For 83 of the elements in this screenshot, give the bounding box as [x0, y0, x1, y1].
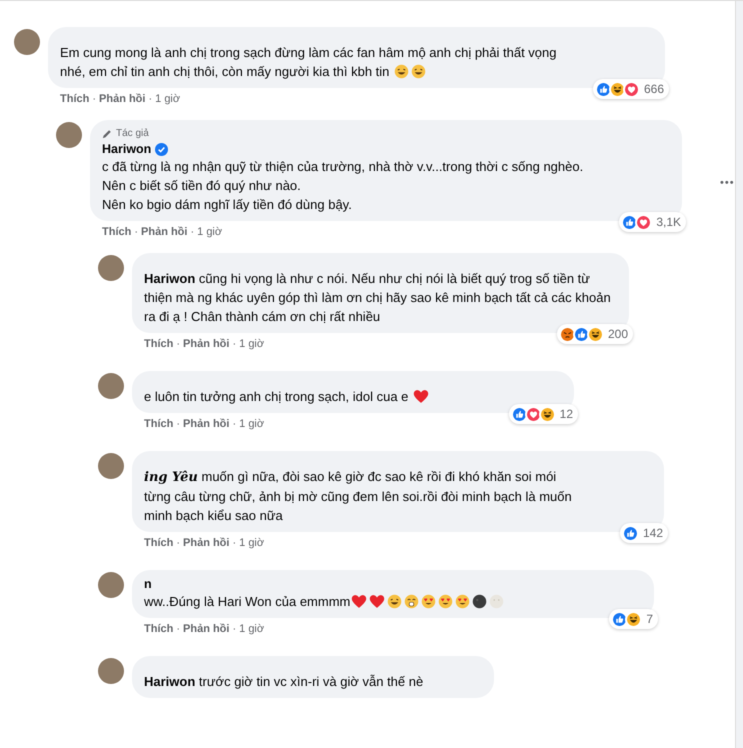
reaction-summary[interactable]: 3,1K [619, 212, 686, 232]
comment-text: Nên ko bgio dám nghĩ lấy tiền đó dùng bậy. [102, 196, 353, 214]
like-link[interactable]: Thích [144, 337, 174, 351]
like-link[interactable]: Thích [144, 622, 174, 636]
laughing-reaction-icon [586, 326, 604, 342]
comment-text: Em cung mong là anh chị trong sạch đừng làm các fan hâm mộ anh chị phải thất vọng nhé, em chỉ tin anh chị thôi, còn mấy người kia thì kbh tin [60, 44, 558, 81]
separator-dot: · [176, 536, 180, 550]
comment-text: ww..Đúng là Hari Won của emmmm [144, 592, 624, 611]
like-reaction-icon [611, 610, 628, 628]
separator-dot: · [232, 337, 236, 351]
like-link[interactable]: Thích [144, 536, 174, 550]
comment-time[interactable]: 1 giờ [155, 92, 180, 106]
like-reaction-icon [594, 80, 612, 98]
reply-link[interactable]: Phản hồi [183, 417, 230, 431]
avatar[interactable] [98, 658, 124, 684]
like-reaction-icon [621, 214, 638, 230]
separator-dot: · [176, 622, 180, 636]
reply-link[interactable]: Phản hồi [99, 92, 146, 106]
separator-dot: · [148, 92, 152, 106]
comment-time[interactable]: 1 giờ [239, 622, 264, 636]
love-reaction-icon [635, 214, 652, 230]
love-reaction-icon [622, 80, 640, 98]
separator-dot: · [232, 536, 236, 550]
comment-text: Hariwon trước giờ tin vc xìn-ri và giờ vẫn thế nè [144, 673, 424, 691]
reaction-summary[interactable]: 666 [592, 79, 669, 99]
heart-emoji-icon [413, 389, 430, 404]
separator-dot: · [176, 337, 180, 351]
avatar[interactable] [98, 373, 124, 399]
heart-eyes-face-icon [455, 594, 470, 609]
reply-link[interactable]: Phản hồi [183, 337, 230, 351]
reaction-summary[interactable]: 12 [508, 404, 578, 424]
like-link[interactable]: Thích [102, 225, 132, 239]
reaction-summary[interactable]: 7 [609, 609, 658, 629]
reply-link[interactable]: Phản hồi [141, 225, 188, 239]
author-name[interactable]: Hariwon [102, 141, 152, 157]
separator-dot: · [176, 417, 180, 431]
like-reaction-icon [622, 524, 639, 542]
comment-time[interactable]: 1 giờ [197, 225, 222, 239]
reply-link[interactable]: Phản hồi [183, 536, 230, 550]
separator-dot: · [92, 92, 96, 106]
separator-dot: · [190, 225, 194, 239]
laughing-reaction-icon [625, 610, 642, 628]
like-reaction-icon [510, 406, 528, 422]
comment-text: e luôn tin tưởng anh chị trong sạch, idol cua e [144, 387, 544, 406]
avatar[interactable] [56, 122, 82, 148]
more-options-button[interactable]: ••• [720, 175, 735, 192]
heart-eyes-face-icon [421, 594, 436, 609]
comment-text: c đã từng là ng nhận quỹ từ thiện của trường, nhà thờ v.v...trong thời c sống nghèo. [102, 158, 584, 176]
like-link[interactable]: Thích [144, 417, 174, 431]
reply-link[interactable]: Phản hồi [183, 622, 230, 636]
dark-moon-icon [472, 594, 488, 609]
comment-text: Hariwon cũng hi vọng là như c nói. Nếu như chị nói là biết quý trog số tiền từ thiện mà ng khác uyên góp thì làm ơn chị hãy sao kê minh bạch tất cả các khoản ra đi ạ ! Chân thành cám ơn chị rất nhiều [144, 270, 612, 326]
avatar[interactable] [98, 453, 124, 479]
love-reaction-icon [524, 406, 542, 422]
like-link[interactable]: Thích [60, 92, 90, 106]
heart-eyes-face-icon [438, 594, 454, 609]
pale-moon-icon [489, 594, 504, 609]
heart-emoji-icon [369, 594, 386, 609]
smiling-face-icon [404, 594, 420, 609]
comment-text: ing Yêu muốn gì nữa, đòi sao kê giờ đc sao kê rồi đi khó khăn soi mói từng câu từng chữ, ảnh bị mờ cũng đem lên soi.rồi đòi minh bạch là muốn minh bạch kiểu sao nữa [144, 468, 573, 525]
avatar[interactable] [98, 572, 124, 598]
grinning-face-icon [387, 594, 402, 609]
comment-time[interactable]: 1 giờ [239, 536, 264, 550]
reaction-summary[interactable]: 142 [620, 523, 668, 543]
author-name[interactable]: n [144, 576, 152, 592]
angry-reaction-icon [558, 326, 576, 342]
separator-dot: · [134, 225, 138, 239]
avatar[interactable] [98, 255, 124, 281]
like-reaction-icon [572, 326, 590, 342]
comment-text: Nên c biết số tiền đó quý như nào. [102, 177, 302, 195]
grinning-face-icon [394, 64, 410, 79]
pen-icon [102, 128, 112, 138]
reaction-summary[interactable]: 200 [556, 324, 633, 344]
avatar[interactable] [14, 29, 40, 55]
heart-emoji-icon [351, 594, 368, 609]
laughing-reaction-icon [608, 80, 626, 98]
laughing-reaction-icon [538, 406, 556, 422]
comment-time[interactable]: 1 giờ [239, 337, 264, 351]
comment-time[interactable]: 1 giờ [239, 417, 264, 431]
separator-dot: · [232, 417, 236, 431]
separator-dot: · [232, 622, 236, 636]
author-label: Tác giả [116, 127, 149, 141]
grinning-face-icon [411, 64, 426, 79]
